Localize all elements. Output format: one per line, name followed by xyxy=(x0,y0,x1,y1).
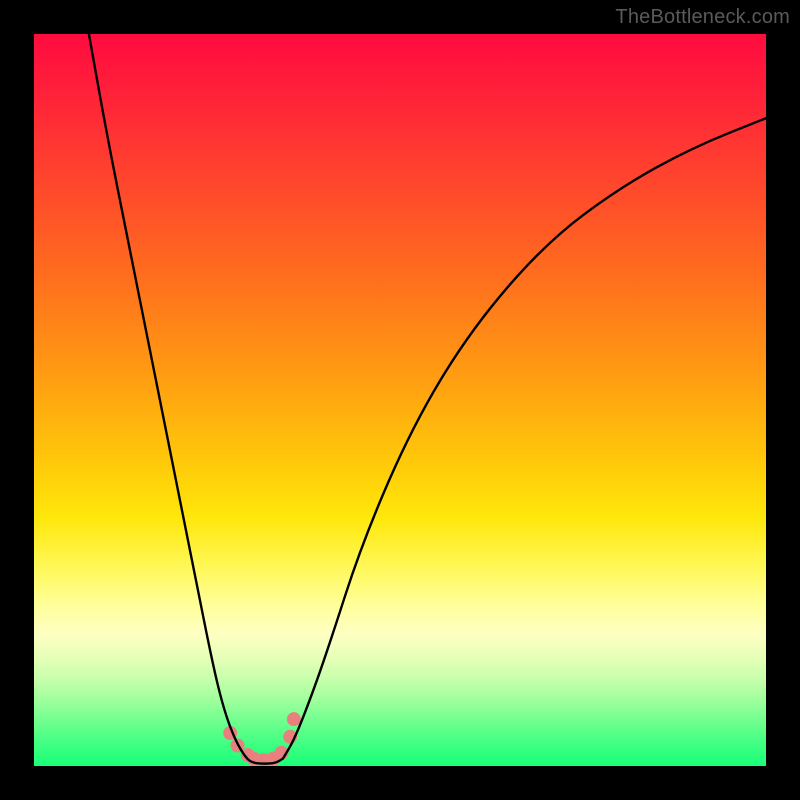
chart-frame: TheBottleneck.com xyxy=(0,0,800,800)
watermark-label: TheBottleneck.com xyxy=(615,6,790,29)
gradient-plot-area xyxy=(34,34,766,766)
